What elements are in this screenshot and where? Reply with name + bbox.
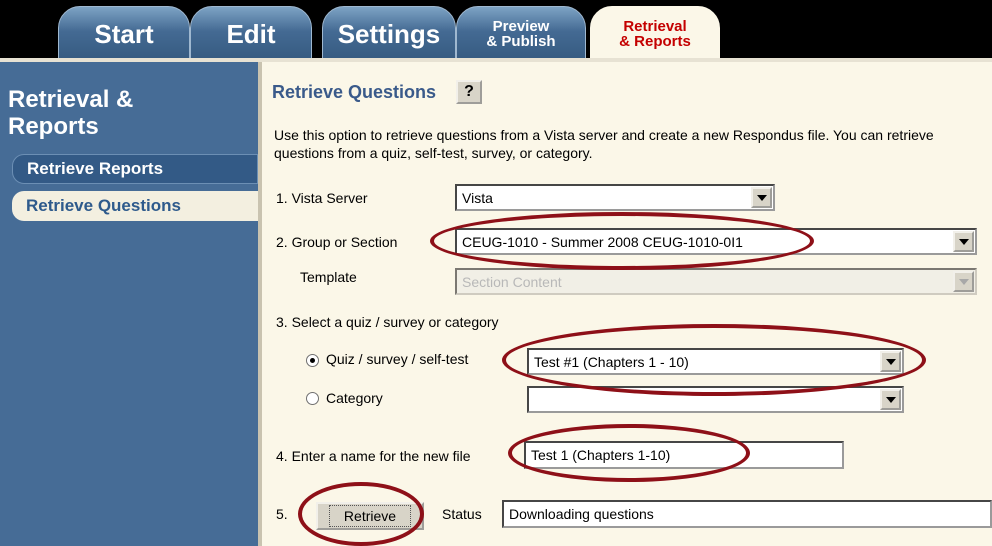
retrieve-button[interactable]: Retrieve — [316, 502, 424, 530]
top-tab-bar: Start Edit Settings Preview & Publish Re… — [0, 0, 992, 62]
new-file-name-input[interactable]: Test 1 (Chapters 1-10) — [524, 441, 844, 469]
new-file-label: 4. Enter a name for the new file — [276, 448, 471, 464]
tab-preview-publish[interactable]: Preview & Publish — [456, 6, 586, 62]
tab-retrieval-label-1: Retrieval — [623, 18, 687, 35]
dropdown-arrow-icon[interactable] — [880, 351, 901, 372]
tab-preview-label-1: Preview — [492, 18, 550, 35]
radio-selected-icon[interactable] — [306, 354, 319, 367]
category-option-label: Category — [326, 390, 383, 406]
dropdown-arrow-icon[interactable] — [880, 389, 901, 410]
group-section-select[interactable]: CEUG-1010 - Summer 2008 CEUG-1010-0I1 — [455, 228, 977, 255]
tab-start-label: Start — [94, 18, 154, 49]
tab-retrieval-label-2: & Reports — [619, 33, 691, 50]
radio-unselected-icon[interactable] — [306, 392, 319, 405]
sidebar: Retrieval & Reports Retrieve Reports Ret… — [0, 62, 262, 546]
group-section-value: CEUG-1010 - Summer 2008 CEUG-1010-0I1 — [462, 233, 743, 250]
step5-label: 5. — [276, 506, 288, 522]
group-section-label: 2. Group or Section — [276, 234, 398, 250]
category-select[interactable] — [527, 386, 904, 413]
quiz-option-label: Quiz / survey / self-test — [326, 351, 469, 367]
quiz-select[interactable]: Test #1 (Chapters 1 - 10) — [527, 348, 904, 375]
help-question-icon: ? — [464, 83, 474, 100]
tab-start[interactable]: Start — [58, 6, 190, 62]
step3-label: 3. Select a quiz / survey or category — [276, 314, 499, 330]
tab-settings-label: Settings — [337, 18, 441, 49]
sidebar-title-line-1: Retrieval & — [8, 86, 134, 113]
vista-server-value: Vista — [462, 189, 493, 206]
status-label: Status — [442, 506, 482, 522]
dropdown-arrow-icon — [953, 271, 974, 292]
sidebar-item-label: Retrieve Reports — [27, 159, 164, 178]
tab-edit-label: Edit — [226, 18, 276, 49]
tab-preview-label-2: & Publish — [486, 33, 556, 50]
status-field: Downloading questions — [502, 500, 992, 528]
help-button[interactable]: ? — [456, 80, 482, 104]
sidebar-item-retrieve-questions[interactable]: Retrieve Questions — [12, 191, 258, 221]
status-value: Downloading questions — [509, 506, 654, 522]
main-panel: Retrieve Questions ? Use this option to … — [262, 62, 992, 546]
sidebar-item-label: Retrieve Questions — [26, 196, 181, 215]
sidebar-title-line-2: Reports — [8, 113, 99, 140]
template-value: Section Content — [462, 273, 562, 290]
page-title: Retrieve Questions — [272, 82, 437, 102]
retrieve-button-label: Retrieve — [328, 505, 412, 527]
dropdown-arrow-icon[interactable] — [751, 187, 772, 208]
dropdown-arrow-icon[interactable] — [953, 231, 974, 252]
sidebar-item-retrieve-reports[interactable]: Retrieve Reports — [12, 154, 258, 184]
tab-edit[interactable]: Edit — [190, 6, 312, 62]
quiz-select-value: Test #1 (Chapters 1 - 10) — [534, 353, 689, 370]
description-text: Use this option to retrieve questions fr… — [274, 127, 934, 161]
vista-server-label: 1. Vista Server — [276, 190, 368, 206]
template-label: Template — [300, 269, 357, 285]
tab-retrieval-reports[interactable]: Retrieval & Reports — [590, 6, 720, 62]
sidebar-title: Retrieval & Reports — [8, 86, 248, 140]
new-file-name-value: Test 1 (Chapters 1-10) — [531, 447, 671, 463]
template-select: Section Content — [455, 268, 977, 295]
tab-settings[interactable]: Settings — [322, 6, 456, 62]
vista-server-select[interactable]: Vista — [455, 184, 775, 211]
